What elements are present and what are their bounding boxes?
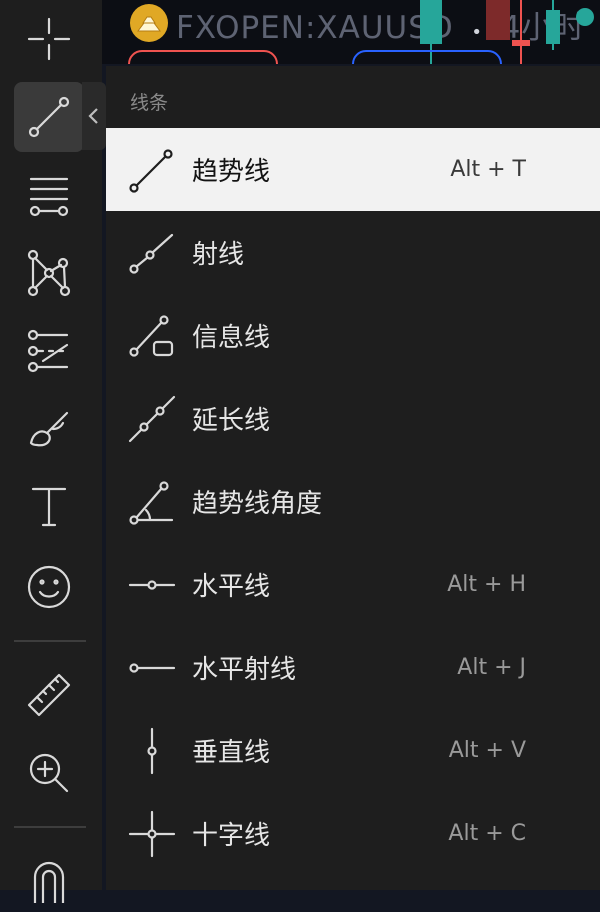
emoji-tool-button[interactable]: [14, 552, 84, 622]
trend-line-icon: [28, 96, 70, 138]
ruler-icon: [27, 673, 71, 717]
toolbar-divider: [14, 640, 86, 642]
vertical-line-icon: [147, 727, 157, 775]
menu-item-info-line[interactable]: 信息线: [106, 294, 600, 377]
menu-item-shortcut: Alt + T: [450, 157, 526, 182]
info-line-icon: [129, 315, 174, 357]
text-icon: [31, 487, 67, 527]
cross-line-icon: [128, 810, 176, 858]
menu-item-label: 信息线: [192, 323, 271, 353]
section-title: 线条: [130, 92, 169, 114]
menu-item-label: 趋势线: [192, 157, 271, 187]
extended-line-icon: [128, 395, 176, 443]
fib-levels-icon: [29, 177, 69, 217]
menu-item-shortcut: Alt + H: [447, 572, 526, 597]
symbol-name: FXOPEN:XAUUSD: [176, 10, 454, 46]
candle: [420, 0, 442, 44]
fib-tool-button[interactable]: [14, 160, 84, 230]
prediction-tool-button[interactable]: [14, 316, 84, 386]
brush-tool-button[interactable]: [14, 394, 84, 464]
magnet-icon: [33, 861, 65, 903]
brush-icon: [29, 411, 69, 447]
drawing-toolbar: [0, 0, 106, 903]
candle: [520, 0, 522, 64]
candle: [512, 40, 530, 46]
menu-item-vertical-line[interactable]: 垂直线 Alt + V: [106, 709, 600, 792]
menu-item-label: 延长线: [192, 406, 271, 436]
menu-item-shortcut: Alt + C: [448, 821, 526, 846]
menu-item-trend-line[interactable]: 趋势线 Alt + T: [106, 128, 600, 211]
menu-item-cross-line[interactable]: 十字线 Alt + C: [106, 792, 600, 875]
sell-price-pill[interactable]: [128, 50, 278, 64]
prediction-icon: [27, 329, 69, 373]
menu-item-label: 水平线: [192, 572, 271, 602]
crosshair-icon: [27, 17, 71, 61]
menu-item-label: 趋势线角度: [192, 489, 323, 519]
candle: [486, 0, 510, 40]
gold-logo-icon: [130, 4, 168, 42]
magnet-tool-button[interactable]: [14, 842, 84, 912]
zoom-tool-button[interactable]: [14, 738, 84, 808]
menu-item-trend-angle[interactable]: 趋势线角度: [106, 460, 600, 543]
chevron-left-icon: [88, 108, 98, 124]
text-tool-button[interactable]: [14, 472, 84, 542]
candle: [546, 10, 560, 44]
ruler-tool-button[interactable]: [14, 660, 84, 730]
menu-item-label: 射线: [192, 240, 245, 270]
toolbar-divider: [14, 826, 86, 828]
line-tools-menu: 线条 趋势线 Alt + T 射线 信息线 延长线 趋势线角度 水平线 Alt …: [106, 66, 600, 890]
menu-item-horizontal-ray[interactable]: 水平射线 Alt + J: [106, 626, 600, 709]
menu-item-label: 水平射线: [192, 655, 297, 685]
pattern-tool-button[interactable]: [14, 238, 84, 308]
menu-item-label: 十字线: [192, 821, 271, 851]
menu-item-shortcut: Alt + J: [457, 655, 526, 680]
pattern-icon: [27, 249, 71, 297]
menu-item-label: 垂直线: [192, 738, 271, 768]
buy-price-pill[interactable]: [352, 50, 502, 64]
horizontal-line-icon: [128, 580, 176, 590]
trend-angle-icon: [129, 481, 174, 525]
menu-item-horizontal-line[interactable]: 水平线 Alt + H: [106, 543, 600, 626]
menu-item-extended-line[interactable]: 延长线: [106, 377, 600, 460]
trend-line-icon: [129, 149, 173, 193]
collapse-toolbar-button[interactable]: [82, 82, 106, 150]
trend-line-tool-button[interactable]: [14, 82, 84, 152]
emoji-icon: [27, 565, 71, 609]
crosshair-tool-button[interactable]: [14, 4, 84, 74]
chart-header: FXOPEN:XAUUSD • 4小时: [102, 0, 600, 64]
ray-icon: [129, 233, 174, 274]
zoom-in-icon: [29, 753, 69, 793]
menu-item-shortcut: Alt + V: [448, 738, 526, 763]
horizontal-ray-icon: [129, 663, 176, 673]
menu-item-ray[interactable]: 射线: [106, 211, 600, 294]
live-indicator-icon: [576, 8, 594, 26]
